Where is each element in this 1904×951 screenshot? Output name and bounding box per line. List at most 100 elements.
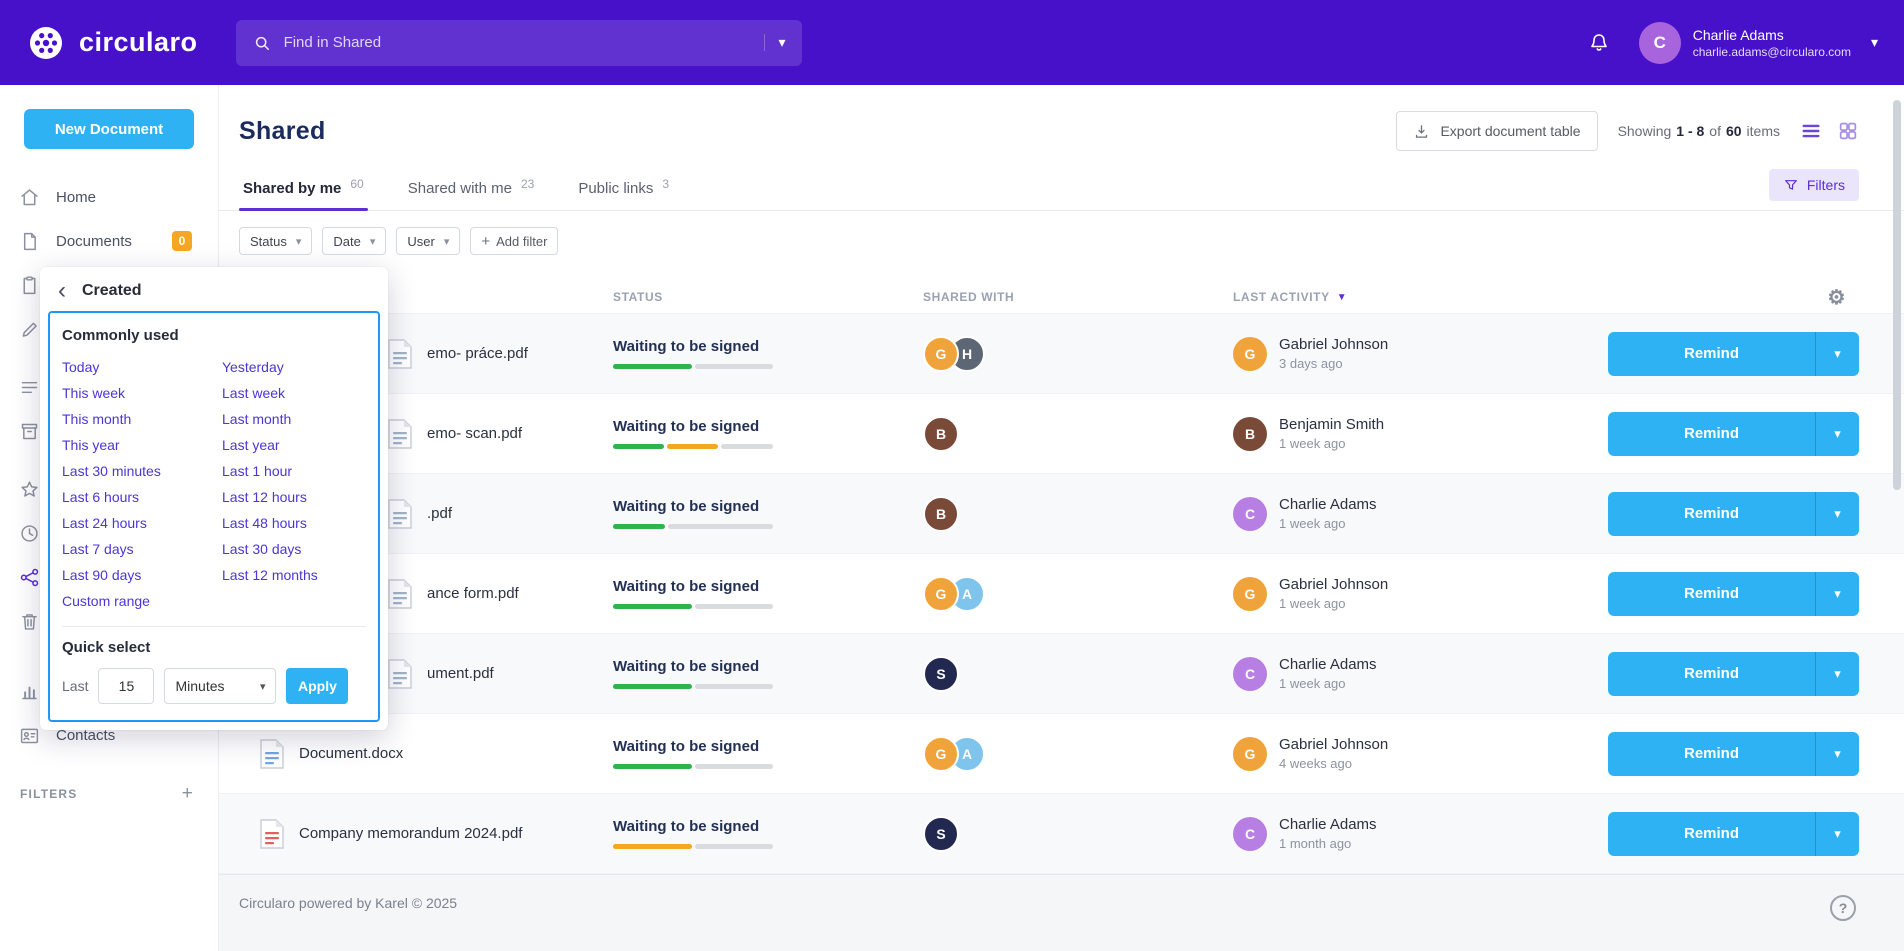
table-row[interactable]: Company memorandum 2024.pdf Waiting to b… [219,794,1904,874]
caret-down-icon: ▾ [1834,506,1841,521]
caret-down-icon: ▾ [1834,346,1841,361]
column-header-shared-with[interactable]: SHARED WITH [923,290,1233,304]
progress-bar [613,604,773,609]
activity-time: 1 week ago [1279,436,1384,451]
sidebar-item-documents[interactable]: Documents 0 [0,219,218,263]
table-row[interactable]: emo- práce.pdf Waiting to be signed GH G… [219,314,1904,394]
document-name[interactable]: .pdf [427,505,452,522]
tab-shared-with-me[interactable]: Shared with me23 [404,172,539,210]
sidebar-item-home[interactable]: Home [0,175,218,219]
notifications-bell-icon[interactable] [1587,31,1611,55]
remind-dropdown-button[interactable]: ▾ [1815,812,1859,856]
list-view-icon[interactable] [1800,120,1822,142]
document-name[interactable]: Document.docx [299,745,403,762]
date-range-picker: Commonly used TodayThis weekThis monthTh… [48,311,380,722]
remind-dropdown-button[interactable]: ▾ [1815,732,1859,776]
remind-button[interactable]: Remind [1608,732,1815,776]
scrollbar[interactable] [1893,100,1901,490]
document-name[interactable]: ument.pdf [427,665,494,682]
search-icon [252,33,272,53]
remind-button[interactable]: Remind [1608,652,1815,696]
date-range-link[interactable]: Last 6 hours [62,484,222,510]
filter-chip-date[interactable]: Date▾ [322,227,386,255]
date-range-link[interactable]: Last 12 months [222,562,366,588]
date-range-link[interactable]: Last month [222,406,366,432]
date-range-link[interactable]: Last 7 days [62,536,222,562]
table-row[interactable]: ument.pdf Waiting to be signed S C Charl… [219,634,1904,714]
tab-shared-by-me[interactable]: Shared by me60 [239,172,368,210]
user-menu-caret-icon: ▾ [1871,34,1878,51]
column-header-last-activity[interactable]: LAST ACTIVITY ▼ [1233,290,1608,304]
date-range-link[interactable]: This month [62,406,222,432]
file-icon [387,658,413,690]
document-name[interactable]: emo- práce.pdf [427,345,528,362]
remind-button[interactable]: Remind [1608,572,1815,616]
date-range-link[interactable]: Last 90 days [62,562,222,588]
table-row[interactable]: emo- scan.pdf Waiting to be signed B B B… [219,394,1904,474]
logo[interactable]: circularo [26,23,198,63]
document-name[interactable]: Company memorandum 2024.pdf [299,825,522,842]
user-menu[interactable]: C Charlie Adams charlie.adams@circularo.… [1639,22,1878,64]
export-document-table-button[interactable]: Export document table [1396,111,1597,151]
remind-button-label: Remind [1684,745,1739,762]
date-range-link[interactable]: Last 1 hour [222,458,366,484]
date-range-link[interactable]: Last 48 hours [222,510,366,536]
date-range-link[interactable]: Today [62,354,222,380]
share-icon [18,566,40,588]
export-button-label: Export document table [1440,123,1580,139]
file-icon [259,818,285,850]
date-range-link[interactable]: This week [62,380,222,406]
date-range-link[interactable]: This year [62,432,222,458]
filter-chip-status[interactable]: Status▾ [239,227,312,255]
status-text: Waiting to be signed [613,578,923,595]
unit-select[interactable]: Minutes ▾ [164,668,276,704]
date-range-link[interactable]: Last 24 hours [62,510,222,536]
global-search[interactable]: ▾ [236,20,802,66]
apply-button[interactable]: Apply [286,668,348,704]
new-document-button[interactable]: New Document [24,109,194,149]
caret-down-icon: ▾ [1834,586,1841,601]
date-range-link[interactable]: Last 12 hours [222,484,366,510]
remind-button-label: Remind [1684,345,1739,362]
remind-button[interactable]: Remind [1608,492,1815,536]
document-name[interactable]: emo- scan.pdf [427,425,522,442]
add-filter-chip[interactable]: + Add filter [470,227,558,255]
date-range-link[interactable]: Last 30 minutes [62,458,222,484]
caret-down-icon: ▾ [1834,666,1841,681]
search-scope-caret-icon[interactable]: ▾ [764,34,786,51]
remind-button[interactable]: Remind [1608,412,1815,456]
date-range-link[interactable]: Last 30 days [222,536,366,562]
pencil-icon [18,318,40,340]
activity-avatar: G [1233,577,1267,611]
unit-select-value: Minutes [175,678,224,694]
document-name[interactable]: ance form.pdf [427,585,519,602]
remind-dropdown-button[interactable]: ▾ [1815,652,1859,696]
remind-dropdown-button[interactable]: ▾ [1815,332,1859,376]
date-range-link[interactable]: Last week [222,380,366,406]
column-header-status[interactable]: STATUS [613,290,923,304]
remind-button[interactable]: Remind [1608,812,1815,856]
add-saved-filter-button[interactable]: + [182,783,194,805]
back-icon[interactable]: ‹ [58,279,66,303]
remind-dropdown-button[interactable]: ▾ [1815,572,1859,616]
remind-dropdown-button[interactable]: ▾ [1815,412,1859,456]
help-button[interactable]: ? [1830,895,1856,921]
status-text: Waiting to be signed [613,658,923,675]
remind-dropdown-button[interactable]: ▾ [1815,492,1859,536]
table-row[interactable]: Document.docx Waiting to be signed GA G … [219,714,1904,794]
table-row[interactable]: .pdf Waiting to be signed B C Charlie Ad… [219,474,1904,554]
filter-chip-user[interactable]: User▾ [396,227,460,255]
activity-time: 1 week ago [1279,676,1377,691]
table-row[interactable]: ance form.pdf Waiting to be signed GA G … [219,554,1904,634]
filters-button[interactable]: Filters [1769,169,1859,201]
shared-avatar: G [923,336,959,372]
trash-icon [18,610,40,632]
tab-public-links[interactable]: Public links3 [574,172,673,210]
quick-select-value-input[interactable] [98,668,154,704]
date-range-link[interactable]: Last year [222,432,366,458]
date-range-link[interactable]: Yesterday [222,354,366,380]
search-input[interactable] [284,34,756,51]
grid-view-icon[interactable] [1837,120,1859,142]
date-range-link[interactable]: Custom range [62,588,222,614]
remind-button[interactable]: Remind [1608,332,1815,376]
